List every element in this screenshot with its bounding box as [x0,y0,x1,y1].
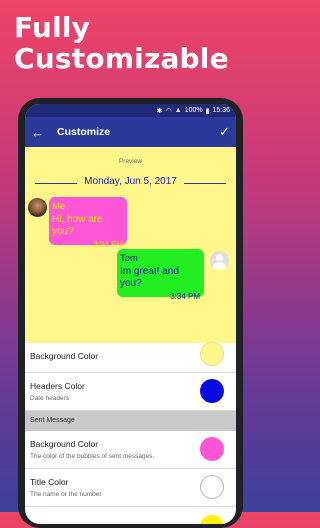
setting-headers-color[interactable]: Headers Color Date headers [25,373,236,411]
setting-next-partial[interactable] [25,507,236,524]
section-header-sent: Sent Message [25,411,236,431]
color-swatch-sent-background[interactable] [200,437,224,461]
conversation-preview: Preview Monday, Jun 5, 2017 Me Hi, how a… [25,147,236,343]
app-bar: ← Customize ✓ [25,117,236,147]
bluetooth-icon: ✱ [156,107,163,115]
message-time: 3:34 PM [170,292,200,301]
date-header: Monday, Jun 5, 2017 [35,176,226,190]
message-time: 3:34 PM [93,240,123,249]
status-bar: ✱ ◠ ▲ 100% ▮ 15:36 [25,104,236,117]
screen-title: Customize [57,126,111,138]
avatar-me [28,198,47,217]
person-icon-head [216,254,223,261]
wifi-icon: ◠ [165,107,172,115]
back-arrow-icon[interactable]: ← [31,125,49,140]
message-text: Im great! and you? [120,266,179,289]
avatar-tom [210,251,229,270]
setting-background-color[interactable]: Background Color [25,342,236,373]
setting-title: Headers Color [30,381,85,391]
promo-headline: Fully Customizable [14,12,229,74]
setting-title: Background Color [30,439,99,449]
message-text: Hi, how are you? [52,214,103,237]
sender-name: Tom [120,253,138,264]
color-swatch-background[interactable] [200,342,224,366]
signal-icon: ▲ [174,107,182,114]
sender-name: Me [52,201,66,212]
phone-screen: ✱ ◠ ▲ 100% ▮ 15:36 ← Customize ✓ Preview… [25,104,236,524]
setting-title: Background Color [30,351,99,361]
battery-level: 100% [184,107,203,114]
setting-subtitle: The name or the number [30,491,102,498]
date-divider-right [184,183,226,184]
headline-line-2: Customizable [14,42,229,75]
setting-title-color[interactable]: Title Color The name or the number [25,469,236,507]
clock: 15:36 [212,107,230,114]
setting-title: Title Color [30,477,69,487]
setting-subtitle: The color of the bubbles of sent message… [30,453,155,460]
preview-label: Preview [118,158,143,165]
date-header-text: Monday, Jun 5, 2017 [84,176,177,187]
color-swatch-title[interactable] [200,475,224,499]
person-icon-body [213,262,226,270]
setting-subtitle: Date headers [30,395,70,402]
message-bubble-me: Me Hi, how are you? 3:34 PM [49,197,127,249]
settings-list: Background Color Headers Color Date head… [25,342,236,524]
message-bubble-tom: Tom Im great! and you? 3:34 PM [117,249,204,301]
headline-line-1: Fully [14,11,91,44]
setting-sent-background[interactable]: Background Color The color of the bubble… [25,431,236,469]
battery-icon: ▮ [205,107,210,115]
color-swatch-next[interactable] [200,515,224,524]
check-icon[interactable]: ✓ [219,124,230,140]
phone-frame: ✱ ◠ ▲ 100% ▮ 15:36 ← Customize ✓ Preview… [18,98,243,528]
color-swatch-headers[interactable] [200,379,224,403]
